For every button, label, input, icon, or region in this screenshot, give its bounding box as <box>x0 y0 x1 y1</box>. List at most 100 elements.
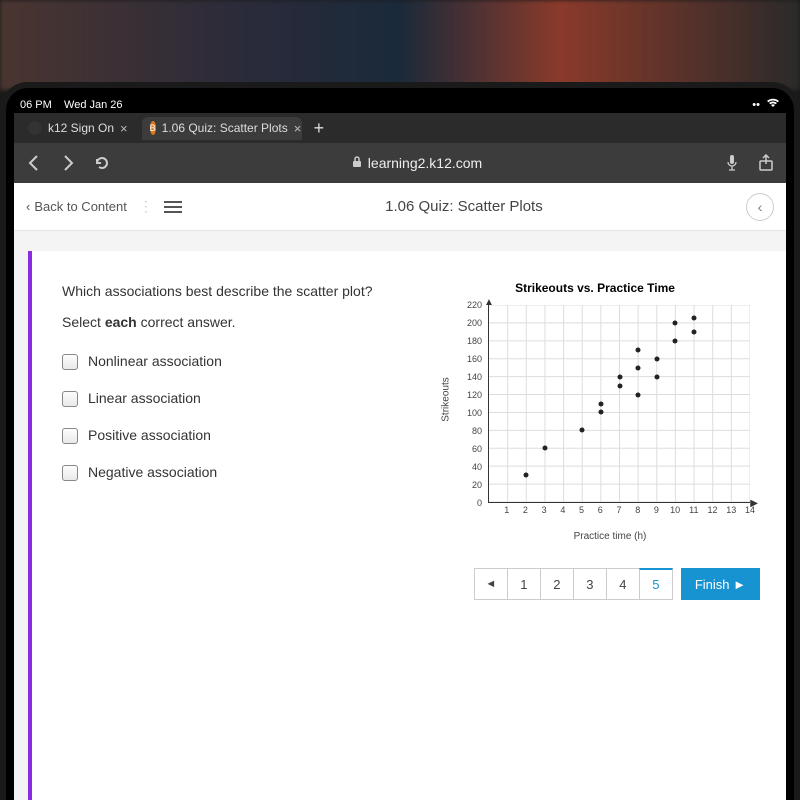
question-left: Which associations best describe the sca… <box>62 281 410 600</box>
pager-prev[interactable]: ◄ <box>474 568 508 600</box>
pager-page-5[interactable]: 5 <box>639 568 673 600</box>
y-tick: 80 <box>472 426 482 436</box>
page-content: ‹ Back to Content ⋮ 1.06 Quiz: Scatter P… <box>14 183 786 800</box>
y-tick: 100 <box>467 408 482 418</box>
data-point <box>636 392 641 397</box>
data-point <box>617 374 622 379</box>
address-bar[interactable]: learning2.k12.com <box>126 155 708 171</box>
share-icon[interactable] <box>756 153 776 173</box>
data-point <box>524 473 529 478</box>
y-tick: 200 <box>467 318 482 328</box>
x-tick: 5 <box>579 505 584 515</box>
tab-signon[interactable]: k12 Sign On × <box>20 117 136 140</box>
x-tick: 9 <box>654 505 659 515</box>
question-card: Which associations best describe the sca… <box>28 251 786 800</box>
scatter-chart: Strikeouts vs. Practice Time Strikeouts … <box>430 281 760 542</box>
option-nonlinear[interactable]: Nonlinear association <box>62 351 410 372</box>
y-tick: 60 <box>472 444 482 454</box>
checkbox-icon[interactable] <box>62 465 78 481</box>
browser-toolbar: learning2.k12.com <box>14 143 786 183</box>
pager-page-1[interactable]: 1 <box>507 568 541 600</box>
new-tab-button[interactable]: + <box>308 118 331 139</box>
ipad-status-bar: 06 PM Wed Jan 26 •• <box>14 96 786 113</box>
y-tick: 220 <box>467 300 482 310</box>
vertical-dots-icon[interactable]: ⋮ <box>139 198 152 215</box>
hamburger-icon[interactable] <box>164 201 182 213</box>
data-point <box>692 329 697 334</box>
x-tick: 7 <box>616 505 621 515</box>
y-tick: 160 <box>467 354 482 364</box>
y-tick: 40 <box>472 462 482 472</box>
tablet-frame: 06 PM Wed Jan 26 •• k12 Sign On × B 1.06… <box>0 82 800 800</box>
data-point <box>692 316 697 321</box>
wifi-icon <box>766 98 780 111</box>
chart-title: Strikeouts vs. Practice Time <box>430 281 760 295</box>
tab-quiz[interactable]: B 1.06 Quiz: Scatter Plots × <box>142 117 302 140</box>
x-tick: 4 <box>560 505 565 515</box>
tab-label: k12 Sign On <box>48 121 114 135</box>
favicon-icon <box>28 121 42 135</box>
data-point <box>542 446 547 451</box>
pager-page-3[interactable]: 3 <box>573 568 607 600</box>
option-label: Positive association <box>88 425 211 446</box>
x-tick: 12 <box>708 505 718 515</box>
question-right: Strikeouts vs. Practice Time Strikeouts … <box>430 281 760 600</box>
checkbox-icon[interactable] <box>62 391 78 407</box>
close-icon[interactable]: × <box>294 121 302 136</box>
options-list: Nonlinear association Linear association… <box>62 351 410 483</box>
status-date: Wed Jan 26 <box>64 99 123 111</box>
back-to-content-link[interactable]: ‹ Back to Content <box>26 199 127 214</box>
prev-question-circle[interactable]: ‹ <box>746 193 774 221</box>
data-point <box>598 410 603 415</box>
x-tick: 1 <box>504 505 509 515</box>
address-host: learning2.k12.com <box>368 155 482 171</box>
option-linear[interactable]: Linear association <box>62 388 410 409</box>
pager-page-4[interactable]: 4 <box>606 568 640 600</box>
y-axis-label: Strikeouts <box>441 377 452 421</box>
data-point <box>580 428 585 433</box>
x-axis-label: Practice time (h) <box>460 531 760 542</box>
option-label: Negative association <box>88 462 217 483</box>
data-point <box>673 320 678 325</box>
x-tick: 3 <box>542 505 547 515</box>
finish-button[interactable]: Finish ► <box>681 568 760 600</box>
data-point <box>636 365 641 370</box>
close-icon[interactable]: × <box>120 121 128 136</box>
data-point <box>617 383 622 388</box>
option-label: Linear association <box>88 388 201 409</box>
data-point <box>654 356 659 361</box>
signal-icon: •• <box>752 99 760 111</box>
option-positive[interactable]: Positive association <box>62 425 410 446</box>
mic-icon[interactable] <box>722 153 742 173</box>
data-point <box>636 347 641 352</box>
reload-icon[interactable] <box>92 153 112 173</box>
checkbox-icon[interactable] <box>62 428 78 444</box>
lock-icon <box>352 155 362 171</box>
back-label: Back to Content <box>34 199 127 214</box>
option-negative[interactable]: Negative association <box>62 462 410 483</box>
forward-icon[interactable] <box>58 153 78 173</box>
x-tick: 10 <box>670 505 680 515</box>
x-tick: 8 <box>635 505 640 515</box>
favicon-icon: B <box>150 121 156 135</box>
quiz-body: Which associations best describe the sca… <box>14 231 786 800</box>
y-tick: 0 <box>477 498 482 508</box>
checkbox-icon[interactable] <box>62 354 78 370</box>
status-time: 06 PM <box>20 99 52 111</box>
data-point <box>654 374 659 379</box>
quiz-header: ‹ Back to Content ⋮ 1.06 Quiz: Scatter P… <box>14 183 786 231</box>
pager: ◄ 1 2 3 4 5 Finish ► <box>430 568 760 600</box>
chart-canvas: Strikeouts ▲ ▶ 0204060801001201401601802… <box>460 299 760 529</box>
chevron-left-icon: ‹ <box>758 199 763 215</box>
data-point <box>673 338 678 343</box>
tab-label: 1.06 Quiz: Scatter Plots <box>162 121 288 135</box>
finish-label: Finish <box>695 577 730 592</box>
question-prompt: Which associations best describe the sca… <box>62 281 410 302</box>
y-tick: 120 <box>467 390 482 400</box>
x-tick: 2 <box>523 505 528 515</box>
back-icon[interactable] <box>24 153 44 173</box>
pager-page-2[interactable]: 2 <box>540 568 574 600</box>
x-tick: 6 <box>598 505 603 515</box>
browser-tabstrip: k12 Sign On × B 1.06 Quiz: Scatter Plots… <box>14 113 786 143</box>
question-instruction: Select each correct answer. <box>62 312 410 333</box>
